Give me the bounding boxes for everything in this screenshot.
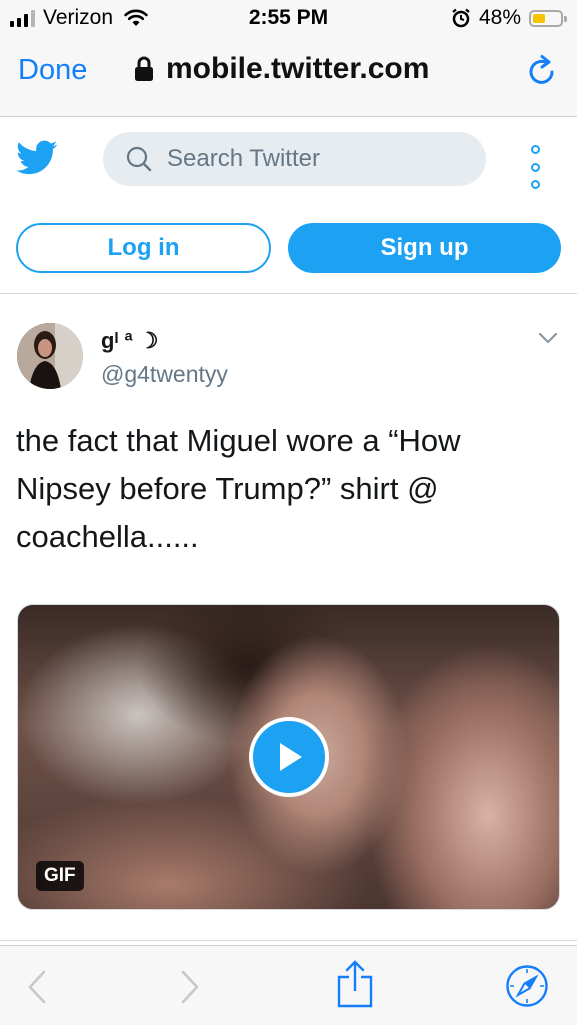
tweet-display-name[interactable]: gᴵ ª ☽ [101,328,159,354]
search-input[interactable]: Search Twitter [103,132,486,186]
search-placeholder: Search Twitter [167,145,320,172]
done-button[interactable]: Done [18,54,87,87]
play-icon [280,743,302,771]
battery-percent: 48% [478,6,521,29]
url-text: mobile.twitter.com [166,52,430,85]
status-right: 48% [451,6,567,30]
gif-badge: GIF [36,861,84,891]
login-button[interactable]: Log in [16,223,271,273]
tweet-handle[interactable]: @g4twentyy [101,361,228,388]
search-icon [126,146,152,172]
browser-url-bar: Done mobile.twitter.com [0,38,577,117]
twitter-header: Search Twitter Log in Sign up [0,117,577,294]
share-icon[interactable] [336,959,374,1009]
chevron-down-icon[interactable] [538,331,558,345]
status-bar: Verizon 2:55 PM 48% [0,0,577,38]
forward-icon[interactable] [180,970,200,1004]
back-icon[interactable] [27,970,47,1004]
tweet-gif-media[interactable]: GIF [17,604,560,910]
avatar[interactable] [17,323,83,389]
more-options-icon[interactable] [528,145,542,189]
divider [0,940,577,941]
address-field[interactable]: mobile.twitter.com [134,52,429,86]
avatar-photo [17,323,83,389]
browser-toolbar [0,945,577,1025]
play-button[interactable] [249,717,329,797]
battery-icon [529,9,567,27]
compass-icon[interactable] [505,964,549,1008]
signup-button[interactable]: Sign up [288,223,561,273]
tweet-text: the fact that Miguel wore a “How Nipsey … [16,423,461,554]
lock-icon [135,56,153,81]
reload-icon[interactable] [525,54,559,88]
twitter-logo-icon[interactable] [16,139,58,177]
alarm-icon [452,8,470,28]
